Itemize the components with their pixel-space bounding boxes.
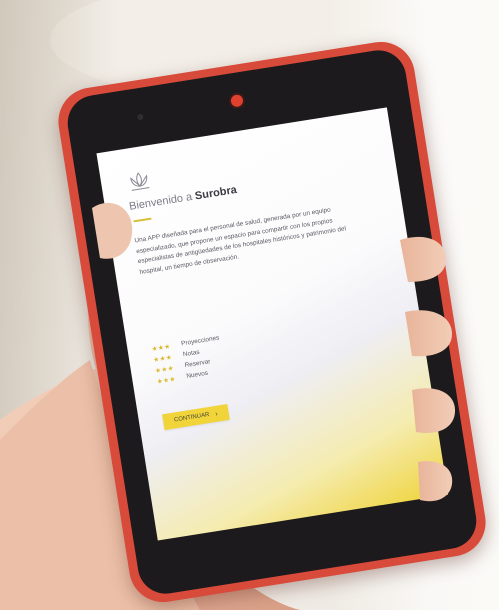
list-item-label: Notas — [182, 348, 201, 359]
title-underline — [133, 217, 152, 223]
lotus-logo-icon — [130, 172, 150, 191]
continue-button[interactable]: CONTINUAR › — [162, 404, 230, 431]
chevron-right-icon: › — [214, 410, 219, 418]
app-screen: Bienvenido a Surobra Una APP diseñada pa… — [96, 107, 449, 541]
continue-button-label: CONTINUAR — [173, 411, 210, 424]
intro-paragraph: Una APP diseñada para el personal de sal… — [134, 206, 347, 276]
feature-list: ★★★ Proyecciones ★★★ Notas ★★★ Reservar … — [151, 333, 225, 387]
proximity-sensor — [136, 113, 144, 121]
front-camera — [230, 93, 244, 108]
list-item-label: Nuevos — [185, 369, 209, 381]
welcome-title-brand: Surobra — [194, 183, 238, 203]
stars-icon: ★★★ — [156, 375, 177, 386]
welcome-title-prefix: Bienvenido a — [128, 191, 194, 213]
